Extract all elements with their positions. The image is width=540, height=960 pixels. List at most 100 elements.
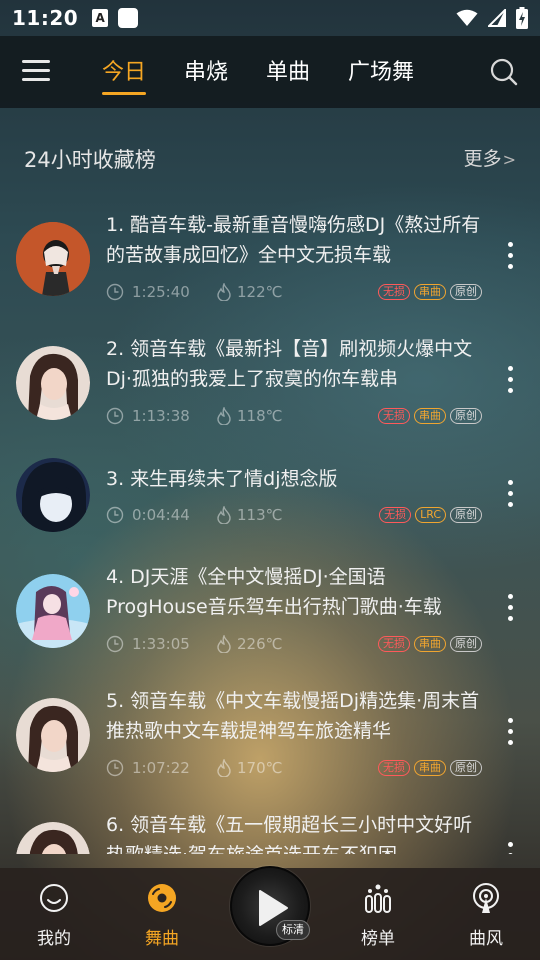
notification-square-icon [118, 8, 139, 28]
flame-icon [217, 635, 231, 653]
badge-lossless: 无损 [378, 636, 410, 652]
track-title: 3. 来生再续未了情dj想念版 [106, 468, 338, 490]
track-heat: 122℃ [237, 283, 283, 301]
flame-icon [217, 506, 231, 524]
flame-icon [217, 407, 231, 425]
track-duration: 1:33:05 [132, 635, 190, 653]
track-duration: 1:13:38 [132, 407, 190, 425]
more-options-icon[interactable] [500, 842, 520, 854]
track-badges: 无损 串曲 原创 [378, 760, 482, 776]
badge-medley: 串曲 [414, 636, 446, 652]
notification-a-icon: A [92, 9, 109, 27]
track-title: 2. 领音车载《最新抖【音】刷视频火爆中文Dj·孤独的我爱上了寂寞的你车载串 [106, 338, 473, 390]
track-duration: 1:25:40 [132, 283, 190, 301]
track-item[interactable]: 4. DJ天涯《全中文慢摇DJ·全国语ProgHouse音乐驾车出行热门歌曲·车… [0, 562, 540, 682]
nav-charts[interactable]: 榜单 [338, 868, 418, 960]
badge-medley: 串曲 [414, 284, 446, 300]
chart-icon [365, 884, 391, 913]
radio-icon [473, 883, 499, 913]
clock-icon [106, 506, 124, 524]
chevron-right-icon: > [502, 150, 516, 169]
track-duration: 1:07:22 [132, 759, 190, 777]
track-meta: 1:33:05 226℃ 无损 串曲 原创 [106, 633, 482, 655]
track-meta: 1:07:22 170℃ 无损 串曲 原创 [106, 757, 482, 779]
badge-original: 原创 [450, 507, 482, 523]
nav-label: 我的 [37, 929, 71, 949]
tab-today[interactable]: 今日 [102, 36, 147, 108]
track-avatar [16, 822, 90, 854]
tab-single[interactable]: 单曲 [266, 36, 310, 108]
search-icon[interactable] [490, 58, 518, 86]
track-title: 5. 领音车载《中文车载慢摇Dj精选集·周末首推热歌中文车载提神驾车旅途精华 [106, 690, 480, 742]
more-options-icon[interactable] [500, 366, 520, 402]
track-badges: 无损 LRC 原创 [379, 507, 482, 523]
track-avatar [16, 346, 90, 420]
clock-icon [106, 283, 124, 301]
badge-lossless: 无损 [378, 760, 410, 776]
track-duration: 0:04:44 [132, 506, 190, 524]
track-title: 6. 领音车载《五一假期超长三小时中文好听热歌精选·驾车旅途首选开车不犯困 [106, 814, 473, 854]
track-item[interactable]: 1. 酷音车载-最新重音慢嗨伤感DJ《熬过所有的苦故事成回忆》全中文无损车载 1… [0, 198, 540, 318]
more-options-icon[interactable] [500, 718, 520, 754]
badge-medley: 串曲 [414, 760, 446, 776]
badge-original: 原创 [450, 408, 482, 424]
track-heat: 170℃ [237, 759, 283, 777]
menu-icon[interactable] [22, 60, 50, 84]
track-item[interactable]: 5. 领音车载《中文车载慢摇Dj精选集·周末首推热歌中文车载提神驾车旅途精华 1… [0, 686, 540, 806]
more-options-icon[interactable] [500, 242, 520, 278]
category-tabs: 今日 串烧 单曲 广场舞 [102, 36, 452, 108]
clock-icon [106, 407, 124, 425]
track-meta: 1:13:38 118℃ 无损 串曲 原创 [106, 405, 482, 427]
status-time: 11:20 [12, 6, 79, 30]
track-avatar [16, 698, 90, 772]
track-meta: 0:04:44 113℃ 无损 LRC 原创 [106, 504, 482, 526]
disc-icon [148, 884, 176, 912]
smile-icon [40, 884, 68, 912]
badge-original: 原创 [450, 636, 482, 652]
more-options-icon[interactable] [500, 480, 520, 516]
clock-icon [106, 759, 124, 777]
tab-square-dance[interactable]: 广场舞 [348, 36, 414, 108]
section-title: 24小时收藏榜 [24, 148, 156, 172]
track-title: 4. DJ天涯《全中文慢摇DJ·全国语ProgHouse音乐驾车出行热门歌曲·车… [106, 566, 442, 618]
track-avatar [16, 458, 90, 532]
battery-charging-icon [516, 7, 528, 29]
track-avatar [16, 222, 90, 296]
badge-lossless: 无损 [378, 284, 410, 300]
more-link[interactable]: 更多> [464, 144, 516, 171]
track-badges: 无损 串曲 原创 [378, 284, 482, 300]
track-item[interactable]: 3. 来生再续未了情dj想念版 0:04:44 113℃ 无损 LRC 原创 [0, 446, 540, 566]
badge-lrc: LRC [415, 507, 446, 523]
badge-medley: 串曲 [414, 408, 446, 424]
nav-mine[interactable]: 我的 [14, 868, 94, 960]
track-heat: 113℃ [237, 506, 283, 524]
flame-icon [217, 283, 231, 301]
nav-genre[interactable]: 曲风 [446, 868, 526, 960]
track-heat: 118℃ [237, 407, 283, 425]
nav-label: 舞曲 [145, 929, 179, 949]
badge-lossless: 无损 [379, 507, 412, 523]
more-options-icon[interactable] [500, 594, 520, 630]
badge-original: 原创 [450, 760, 482, 776]
track-heat: 226℃ [237, 635, 283, 653]
track-avatar [16, 574, 90, 648]
status-icons [456, 7, 528, 29]
badge-lossless: 无损 [378, 408, 410, 424]
signal-icon [488, 9, 506, 27]
track-item[interactable]: 6. 领音车载《五一假期超长三小时中文好听热歌精选·驾车旅途首选开车不犯困 [0, 810, 540, 854]
top-header: 今日 串烧 单曲 广场舞 [0, 36, 540, 108]
nav-dance[interactable]: 舞曲 [122, 868, 202, 960]
flame-icon [217, 759, 231, 777]
track-item[interactable]: 2. 领音车载《最新抖【音】刷视频火爆中文Dj·孤独的我爱上了寂寞的你车载串 1… [0, 322, 540, 442]
nav-label: 榜单 [361, 929, 395, 949]
status-bar: 11:20 A [0, 0, 540, 36]
tab-medley[interactable]: 串烧 [184, 36, 228, 108]
quality-badge[interactable]: 标清 [276, 920, 310, 940]
track-badges: 无损 串曲 原创 [378, 408, 482, 424]
track-meta: 1:25:40 122℃ 无损 串曲 原创 [106, 281, 482, 303]
track-title: 1. 酷音车载-最新重音慢嗨伤感DJ《熬过所有的苦故事成回忆》全中文无损车载 [106, 214, 481, 266]
track-badges: 无损 串曲 原创 [378, 636, 482, 652]
clock-icon [106, 635, 124, 653]
wifi-icon [456, 9, 478, 26]
nav-label: 曲风 [469, 929, 503, 949]
